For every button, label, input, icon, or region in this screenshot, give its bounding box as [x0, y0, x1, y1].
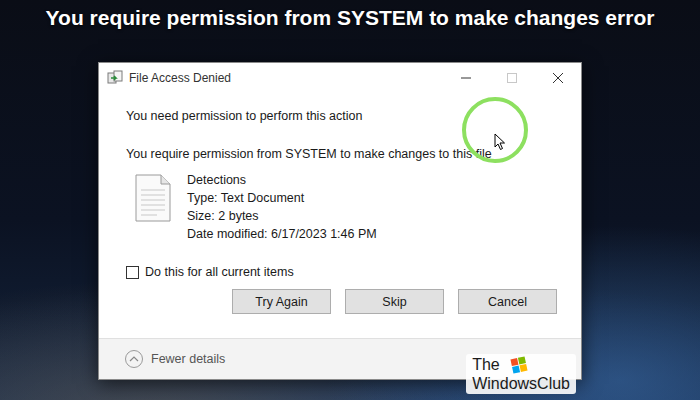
close-button[interactable]: [535, 63, 581, 93]
file-copy-icon: [107, 70, 123, 86]
window-controls: [443, 63, 581, 93]
toggle-label: Fewer details: [151, 352, 225, 366]
watermark-text: The: [472, 355, 500, 374]
file-access-dialog: File Access Denied You need permission to…: [98, 62, 582, 380]
title-bar: File Access Denied: [99, 63, 581, 93]
minimize-button[interactable]: [443, 63, 489, 93]
dialog-button[interactable]: Cancel: [458, 289, 557, 314]
checkbox[interactable]: [126, 266, 139, 279]
mouse-cursor-icon: [494, 133, 506, 151]
watermark: TheWindowsClub: [466, 354, 576, 394]
minimize-icon: [461, 73, 471, 83]
watermark-top: The: [472, 355, 570, 374]
apply-all-checkbox[interactable]: Do this for all current items: [126, 265, 581, 279]
maximize-button: [489, 63, 535, 93]
checkbox-label: Do this for all current items: [145, 265, 294, 279]
file-detail: Type: Text Document: [187, 189, 377, 207]
file-info: DetectionsType: Text DocumentSize: 2 byt…: [126, 171, 581, 243]
message-detail: You require permission from SYSTEM to ma…: [126, 145, 581, 163]
window-title: File Access Denied: [129, 71, 443, 85]
file-detail: Size: 2 bytes: [187, 207, 377, 225]
cursor-highlight: [462, 97, 528, 163]
message-heading: You need permission to perform this acti…: [126, 107, 581, 125]
article-title: You require permission from SYSTEM to ma…: [0, 0, 700, 30]
file-detail: Date modified: 6/17/2023 1:46 PM: [187, 225, 377, 243]
file-details: DetectionsType: Text DocumentSize: 2 byt…: [187, 171, 377, 243]
maximize-icon: [507, 73, 517, 83]
dialog-body: You need permission to perform this acti…: [99, 93, 581, 338]
button-row: Try Again Skip Cancel: [126, 289, 581, 314]
dialog-button[interactable]: Try Again: [232, 289, 331, 314]
space-background: You require permission from SYSTEM to ma…: [0, 0, 700, 400]
text-document-icon: [135, 174, 171, 222]
details-toggle[interactable]: Fewer details: [125, 350, 225, 368]
windows-logo-icon: [510, 356, 528, 374]
close-icon: [553, 73, 563, 83]
chevron-icon: [129, 354, 139, 364]
dialog-button[interactable]: Skip: [345, 289, 444, 314]
watermark-text: WindowsClub: [472, 374, 570, 393]
chevron-circle: [125, 350, 143, 368]
file-name: Detections: [187, 171, 377, 189]
